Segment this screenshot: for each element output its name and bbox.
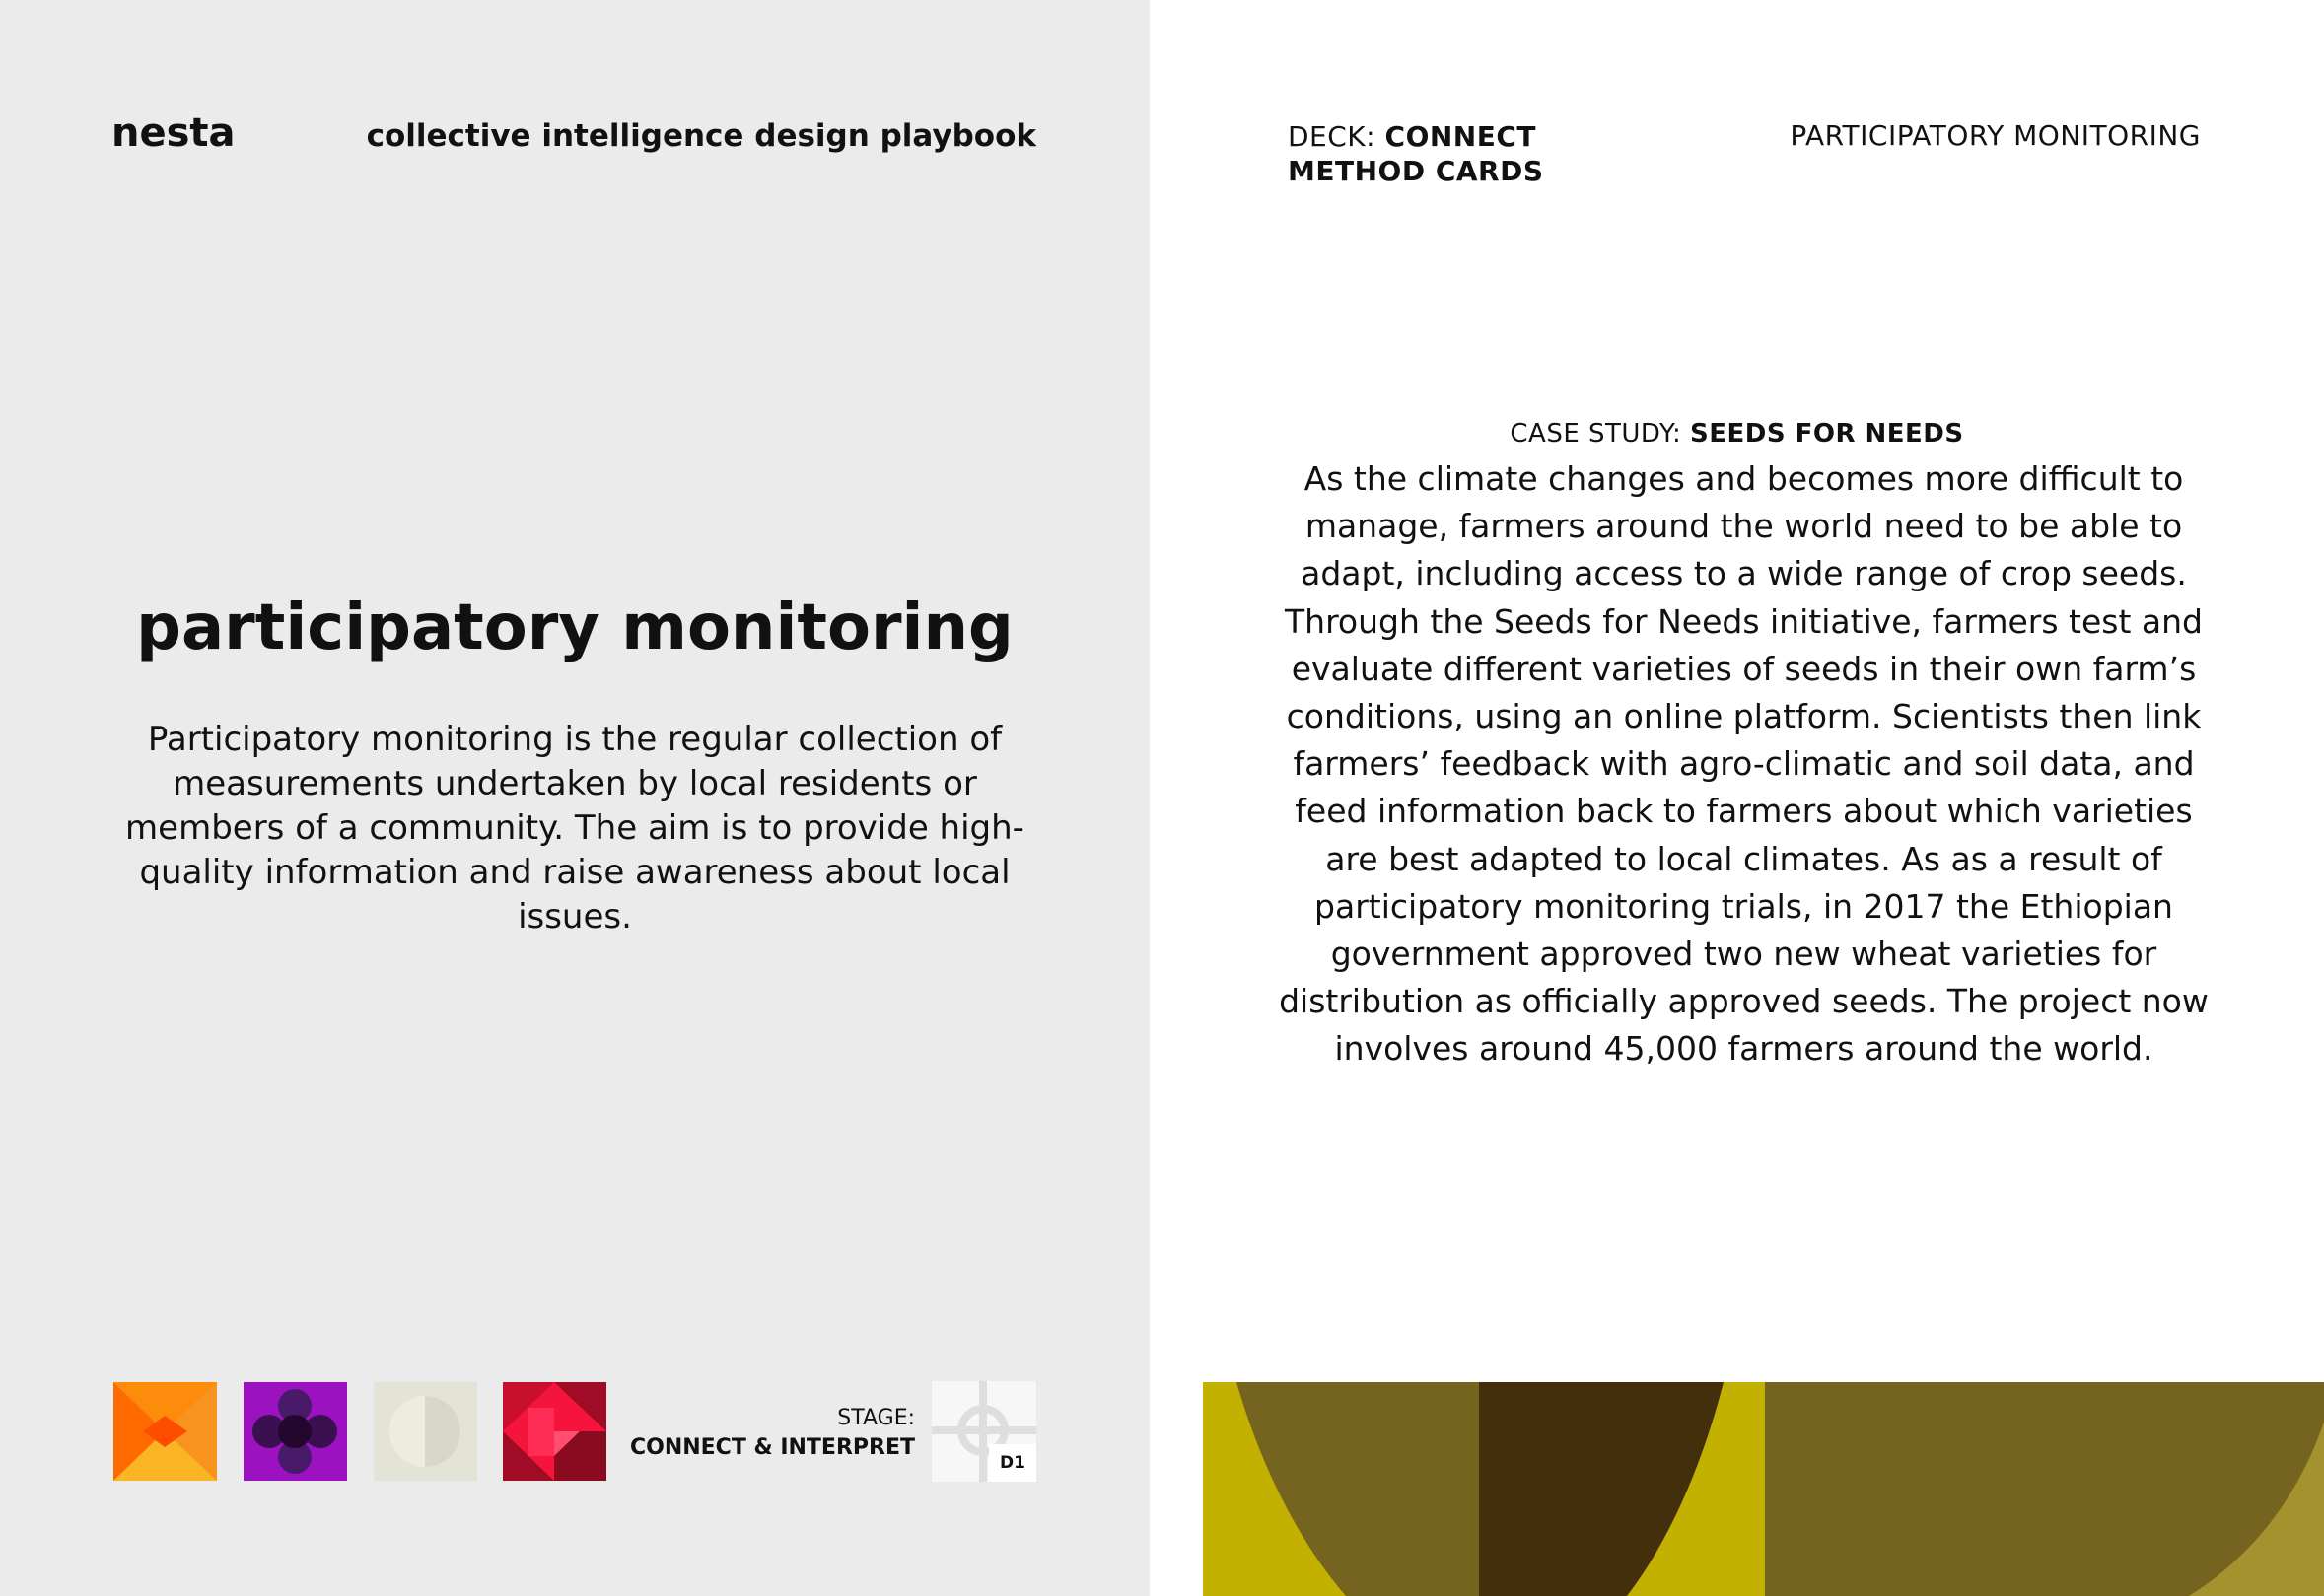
deck-name-line2: METHOD CARDS <box>1288 155 1544 187</box>
card-code-box: D1 <box>932 1381 1036 1482</box>
case-study-text: As the climate changes and becomes more … <box>1279 459 2209 1069</box>
case-study-name: SEEDS FOR NEEDS <box>1689 419 1964 449</box>
method-description: Participatory monitoring is the regular … <box>125 720 1024 937</box>
deck-label: DECK: <box>1288 120 1376 153</box>
orange-bowtie-icon <box>113 1382 217 1481</box>
deck-name-line1: CONNECT <box>1384 120 1537 153</box>
red-triangles-icon <box>503 1382 606 1481</box>
method-card-back: DECK: CONNECT METHOD CARDS PARTICIPATORY… <box>1150 0 2324 1596</box>
card-code: D1 <box>989 1444 1036 1482</box>
case-study-heading: CASE STUDY: SEEDS FOR NEEDS <box>1150 419 2324 449</box>
stage-label: STAGE: <box>837 1406 915 1430</box>
case-study-label: CASE STUDY: <box>1510 419 1682 449</box>
method-title: participatory monitoring <box>136 591 1014 664</box>
deck-info: DECK: CONNECT METHOD CARDS <box>1288 119 1544 188</box>
stage-value: CONNECT & INTERPRET <box>629 1435 915 1460</box>
pale-half-circle-icon <box>374 1382 477 1481</box>
stage-info: STAGE: CONNECT & INTERPRET <box>630 1404 915 1463</box>
nesta-logo: nesta <box>111 110 236 156</box>
decorative-banner <box>1203 1382 2324 1596</box>
method-label: PARTICIPATORY MONITORING <box>1790 119 2201 152</box>
purple-circles-icon <box>244 1382 347 1481</box>
playbook-title: collective intelligence design playbook <box>366 118 1036 154</box>
method-card-front: nesta collective intelligence design pla… <box>0 0 1150 1596</box>
